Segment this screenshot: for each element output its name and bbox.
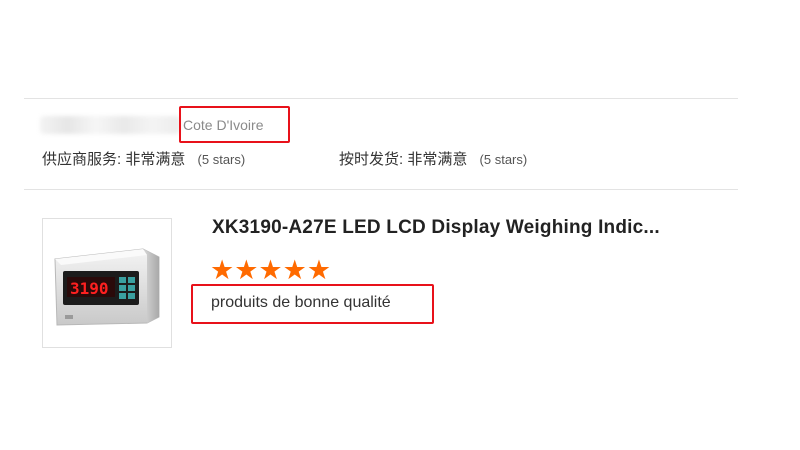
supplier-service-rating: 供应商服务: 非常满意 (5 stars) [42,148,245,169]
on-time-delivery-rating: 按时发货: 非常满意 (5 stars) [339,148,527,169]
product-thumbnail[interactable]: 3190 [42,218,172,348]
blurred-buyer-name [40,116,180,134]
top-divider [24,98,738,99]
country-highlight-box [179,106,290,143]
on-time-delivery-stars-text: (5 stars) [479,152,528,167]
weighing-indicator-image: 3190 [54,248,160,326]
middle-divider [24,189,738,190]
product-title[interactable]: XK3190-A27E LED LCD Display Weighing Ind… [212,217,660,239]
supplier-service-value: 非常满意 [125,151,186,168]
supplier-service-stars-text: (5 stars) [197,152,246,167]
review-highlight-box [191,284,434,324]
supplier-service-label: 供应商服务: [42,151,122,168]
on-time-delivery-label: 按时发货: [339,151,404,168]
display-digits: 3190 [70,279,109,298]
on-time-delivery-value: 非常满意 [407,151,468,168]
star-rating: ★★★★★ [210,255,332,285]
